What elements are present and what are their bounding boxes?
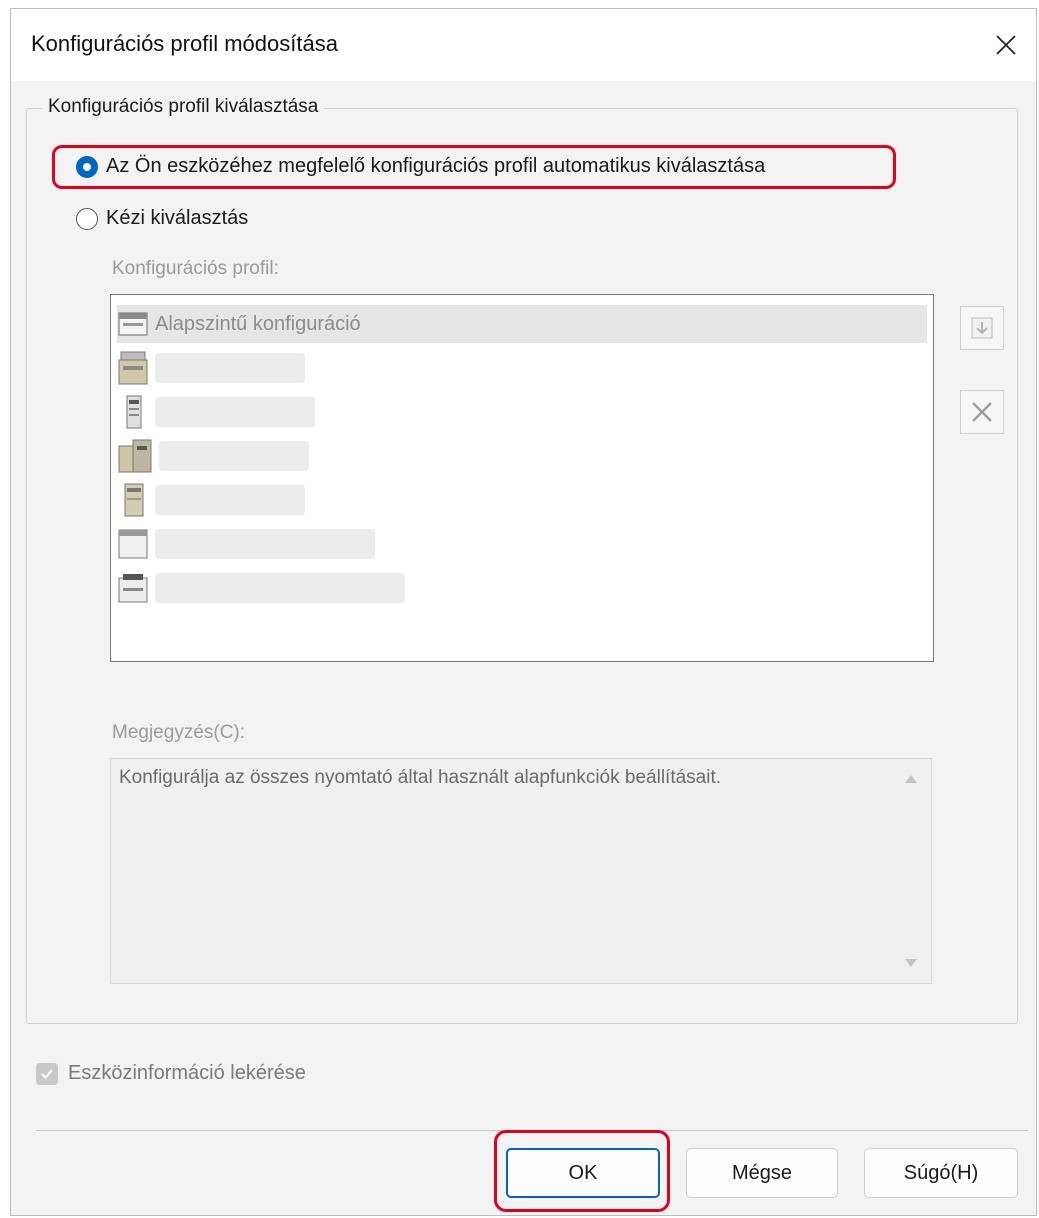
device-info-checkbox-row[interactable]: Eszközinformáció lekérése (36, 1062, 306, 1085)
profile-item-device-4[interactable] (117, 481, 305, 519)
memo-textarea[interactable]: Konfigurálja az összes nyomtató által ha… (110, 758, 932, 984)
multifunction-printer-icon (118, 351, 148, 385)
profile-item-blurred-name (155, 353, 305, 383)
profile-item-device-5[interactable] (117, 525, 375, 563)
help-button[interactable]: Súgó(H) (864, 1148, 1018, 1198)
profile-list-label: Konfigurációs profil: (112, 258, 279, 279)
close-button[interactable] (984, 23, 1028, 67)
device-info-checkbox[interactable] (36, 1062, 58, 1085)
profile-item-device-6[interactable] (117, 569, 405, 607)
profile-item-blurred-name (155, 485, 305, 515)
scroll-down-icon[interactable] (905, 959, 917, 967)
memo-text: Konfigurálja az összes nyomtató által ha… (119, 767, 722, 788)
printer-basic-icon (118, 312, 148, 336)
profile-item-device-3[interactable] (117, 437, 309, 475)
delete-profile-button[interactable] (960, 390, 1004, 434)
checkmark-icon (41, 1068, 53, 1079)
memo-label: Megjegyzés(C): (112, 722, 246, 743)
profile-item-blurred-name (155, 529, 375, 559)
delete-icon (972, 402, 992, 422)
profile-listbox[interactable]: Alapszintű konfiguráció (110, 294, 934, 662)
profile-item-blurred-name (155, 397, 315, 427)
profile-item-blurred-name (159, 441, 309, 471)
manual-select-radio-row[interactable]: Kézi kiválasztás (76, 207, 248, 230)
manual-select-radio[interactable] (76, 207, 98, 230)
window-printer-icon (118, 529, 148, 559)
profile-item-blurred-name (155, 573, 405, 603)
device-info-label: Eszközinformáció lekérése (68, 1062, 306, 1084)
desktop-printer-icon (118, 574, 148, 603)
printer-tower-icon (126, 395, 142, 429)
auto-select-label: Az Ön eszközéhez megfelelő konfigurációs… (106, 155, 766, 177)
scroll-up-icon[interactable] (905, 775, 917, 783)
profile-item-basic[interactable]: Alapszintű konfiguráció (117, 305, 927, 343)
auto-select-radio-row[interactable]: Az Ön eszközéhez megfelelő konfigurációs… (76, 155, 765, 178)
ok-button[interactable]: OK (506, 1148, 660, 1198)
close-icon (996, 35, 1016, 55)
import-icon (971, 317, 993, 339)
profile-selection-legend: Konfigurációs profil kiválasztása (42, 96, 325, 118)
profile-item-device-2[interactable] (117, 393, 315, 431)
window-title: Konfigurációs profil módosítása (31, 31, 338, 56)
profile-item-label: Alapszintű konfiguráció (155, 312, 361, 335)
import-profile-button[interactable] (960, 306, 1004, 350)
cancel-button[interactable]: Mégse (686, 1148, 838, 1198)
title-bar: Konfigurációs profil módosítása (11, 9, 1036, 81)
production-printer-icon (118, 439, 152, 473)
profile-item-device-1[interactable] (117, 349, 305, 387)
printer-cabinet-icon (124, 483, 144, 517)
manual-select-label: Kézi kiválasztás (106, 207, 249, 229)
auto-select-radio[interactable] (76, 155, 98, 178)
